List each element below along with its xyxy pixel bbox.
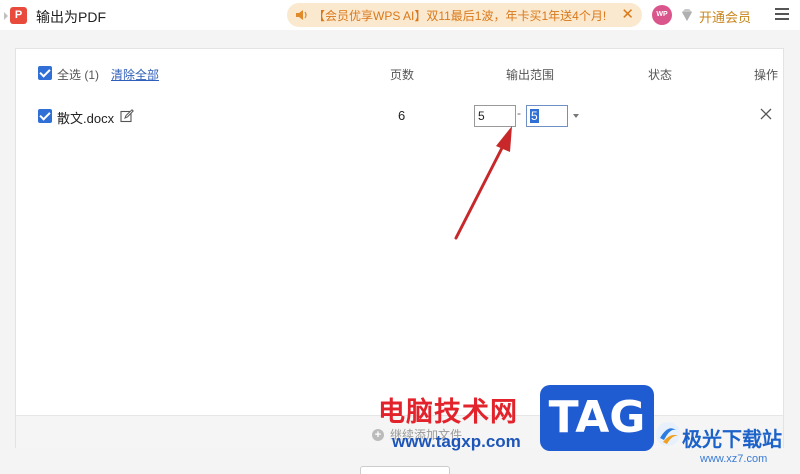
clear-all-link[interactable]: 清除全部 [111, 66, 159, 83]
bottom-action-button[interactable] [360, 466, 450, 474]
promo-banner[interactable]: 【会员优享WPS AI】双11最后1波，年卡买1年送4个月! ✕ [287, 3, 642, 27]
watermark-tag-logo: TAG [540, 385, 654, 451]
promo-text: 【会员优享WPS AI】双11最后1波，年卡买1年送4个月! [313, 9, 607, 23]
select-all-checkbox[interactable] [38, 66, 52, 80]
speaker-icon [296, 10, 307, 20]
open-vip-button[interactable]: 开通会员 [699, 7, 751, 26]
range-dropdown-arrow-icon[interactable] [573, 114, 579, 118]
column-header-action: 操作 [754, 68, 779, 82]
title-bar: P 输出为PDF 【会员优享WPS AI】双11最后1波，年卡买1年送4个月! … [0, 0, 800, 30]
table-header: 全选 (1) 清除全部 页数 输出范围 状态 操作 [16, 49, 783, 97]
edit-icon[interactable] [120, 109, 134, 123]
watermark-jg-name: 极光下载站 [682, 427, 782, 451]
expand-triangle-icon [4, 12, 8, 20]
menu-icon[interactable] [775, 8, 789, 21]
range-to-input[interactable]: 5 [526, 105, 568, 127]
file-list-panel: 全选 (1) 清除全部 页数 输出范围 状态 操作 散文.docx 6 5 - … [15, 48, 784, 448]
watermark-site-name: 电脑技术网 [378, 397, 518, 428]
column-header-status: 状态 [648, 68, 673, 82]
add-circle-icon: + [372, 428, 384, 441]
range-to-selected-text: 5 [530, 109, 539, 123]
watermark-jg-url: www.xz7.com [700, 453, 768, 465]
promo-close-icon[interactable]: ✕ [621, 6, 634, 24]
range-separator: - [517, 106, 521, 120]
pdf-app-logo-icon: P [10, 7, 27, 24]
watermark-site-url: www.tagxp.com [392, 432, 521, 451]
table-row: 散文.docx 6 5 - 5 [16, 97, 783, 137]
file-checkbox[interactable] [38, 109, 52, 123]
user-avatar[interactable]: WP [652, 5, 672, 25]
column-header-pages: 页数 [390, 68, 415, 82]
page-count: 6 [398, 108, 406, 123]
select-all-label[interactable]: 全选 (1) [57, 66, 99, 83]
window-title: 输出为PDF [36, 9, 106, 25]
remove-file-icon[interactable] [759, 107, 773, 121]
column-header-range: 输出范围 [506, 68, 555, 82]
vip-diamond-icon [682, 9, 692, 21]
range-from-input[interactable]: 5 [474, 105, 516, 127]
file-name: 散文.docx [57, 111, 115, 126]
aurora-logo-icon [656, 422, 680, 446]
